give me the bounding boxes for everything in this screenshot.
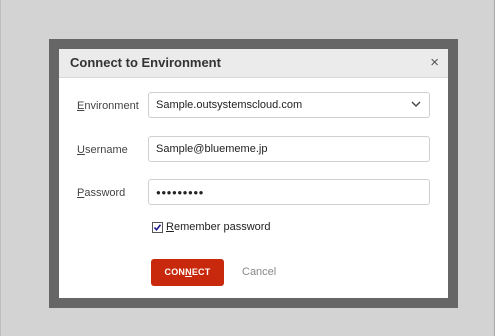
chevron-down-icon <box>411 101 421 107</box>
password-label: Password <box>77 187 125 199</box>
username-label-accesskey: U <box>77 144 85 156</box>
username-input[interactable]: Sample@bluememe.jp <box>148 136 430 162</box>
connect-button[interactable]: CONNECT <box>151 259 224 286</box>
dialog-header: Connect to Environment × <box>59 49 448 78</box>
environment-select[interactable]: Sample.outsystemscloud.com <box>148 92 430 118</box>
environment-label-text: nvironment <box>84 100 139 112</box>
username-label-text: sername <box>84 144 128 156</box>
password-input[interactable]: ●●●●●●●●● <box>148 179 430 205</box>
connect-label-post: ECT <box>191 267 211 277</box>
remember-password-checkbox[interactable] <box>152 222 163 233</box>
dialog-title: Connect to Environment <box>70 55 221 70</box>
password-value: ●●●●●●●●● <box>156 188 204 197</box>
password-label-text: assword <box>84 187 126 199</box>
window-edge-left <box>0 0 1 336</box>
close-icon[interactable]: × <box>430 54 439 72</box>
connect-label-pre: CON <box>164 267 186 277</box>
username-label: Username <box>77 144 128 156</box>
environment-label: Environment <box>77 100 139 112</box>
connect-label-accesskey: N <box>185 267 192 277</box>
username-value: Sample@bluememe.jp <box>156 143 268 155</box>
environment-value: Sample.outsystemscloud.com <box>156 99 303 111</box>
cancel-button[interactable]: Cancel <box>242 266 276 278</box>
checkmark-icon <box>153 224 162 232</box>
connect-dialog: Connect to Environment × Environment Sam… <box>59 49 448 298</box>
remember-label-accesskey: R <box>166 221 174 233</box>
remember-label-text: emember password <box>173 221 271 233</box>
remember-password-label[interactable]: Remember password <box>166 221 271 233</box>
